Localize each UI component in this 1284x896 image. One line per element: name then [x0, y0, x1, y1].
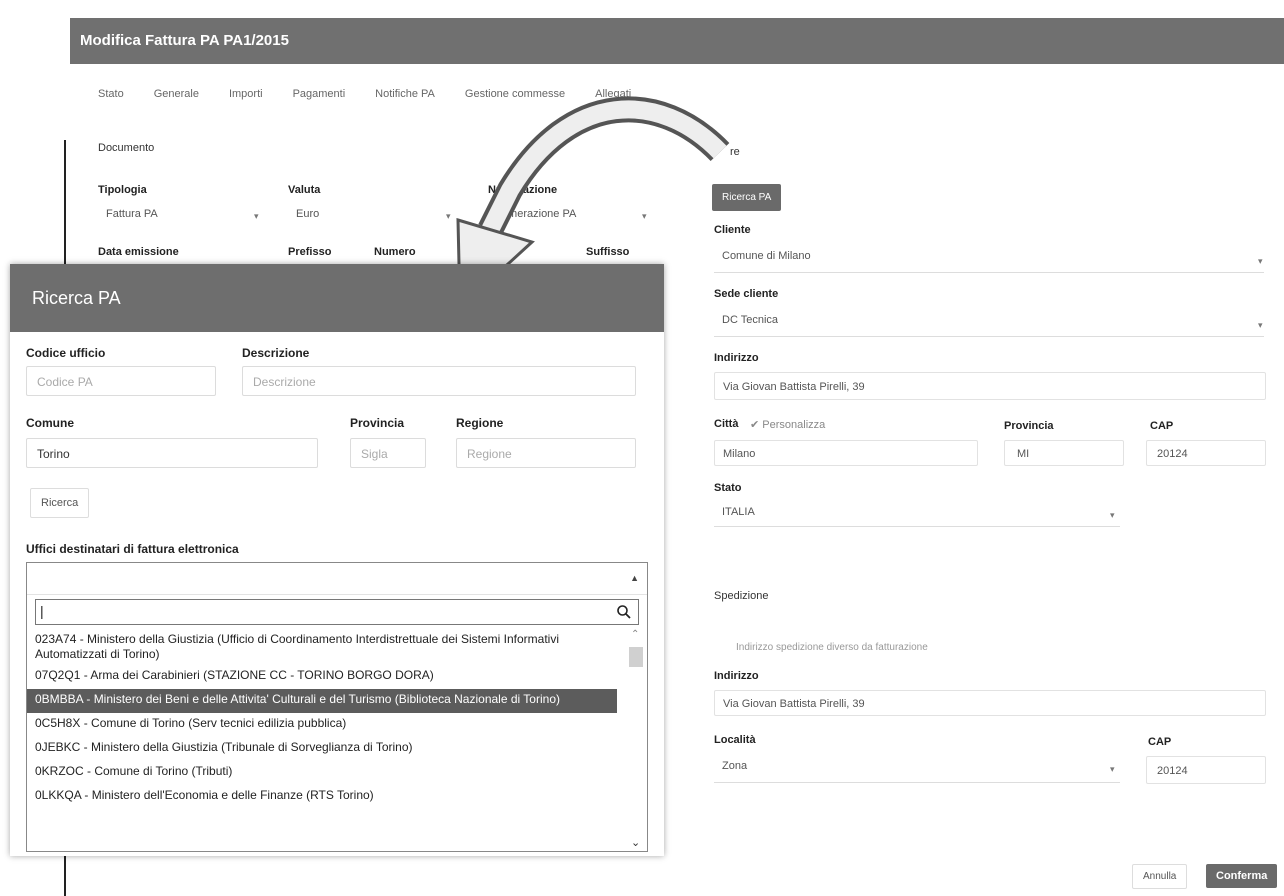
list-item[interactable]: 023A74 - Ministero della Giustizia (Uffi…	[27, 629, 617, 665]
uffici-select[interactable]: ▲ | 023A74 - Ministero della Giustizia (…	[26, 562, 648, 852]
scroll-thumb[interactable]	[629, 647, 643, 667]
cap-input[interactable]: 20124	[1146, 440, 1266, 466]
list-item-selected[interactable]: 0BMBBA - Ministero dei Beni e delle Atti…	[27, 689, 617, 713]
uffici-search-input[interactable]: |	[35, 599, 639, 625]
tipologia-label: Tipologia	[98, 184, 147, 196]
chevron-down-icon: ▾	[1258, 256, 1263, 266]
citta-label: Città	[714, 418, 739, 430]
scroll-down-icon[interactable]: ⌄	[631, 836, 640, 849]
regione-label: Regione	[456, 416, 504, 430]
citta-input[interactable]: Milano	[714, 440, 978, 466]
search-icon	[617, 605, 631, 619]
stato-select[interactable]: ITALIA	[722, 506, 755, 518]
personalizza-label: Personalizza	[762, 419, 826, 431]
spedizione-section-label: Spedizione	[714, 590, 769, 602]
cap-value: 20124	[1157, 448, 1188, 460]
documento-section-label: Documento	[98, 142, 155, 154]
spedizione-cap-input[interactable]: 20124	[1146, 756, 1266, 784]
localita-select[interactable]: Zona	[722, 760, 747, 772]
spedizione-indirizzo-input[interactable]: Via Giovan Battista Pirelli, 39	[714, 690, 1266, 716]
spedizione-cap-label: CAP	[1148, 736, 1172, 748]
codice-ufficio-input[interactable]: Codice PA	[26, 366, 216, 396]
window-title: Modifica Fattura PA PA1/2015	[70, 18, 1284, 64]
spedizione-diverso-checkbox[interactable]: Indirizzo spedizione diverso da fatturaz…	[736, 642, 928, 653]
cliente-underline	[714, 272, 1264, 273]
localita-label: Località	[714, 734, 756, 746]
tab-stato[interactable]: Stato	[98, 88, 124, 100]
list-scrollbar[interactable]: ⌃ ⌄	[629, 629, 643, 849]
regione-input[interactable]: Regione	[456, 438, 636, 468]
descrizione-input[interactable]: Descrizione	[242, 366, 636, 396]
stato-underline	[714, 526, 1120, 527]
annulla-button[interactable]: Annulla	[1132, 864, 1188, 889]
provincia-label: Provincia	[1004, 420, 1054, 432]
tab-pagamenti[interactable]: Pagamenti	[293, 88, 346, 100]
list-item[interactable]: 0KRZOC - Comune di Torino (Tributi)	[27, 761, 617, 785]
localita-underline	[714, 782, 1120, 783]
spedizione-indirizzo-value: Via Giovan Battista Pirelli, 39	[723, 698, 865, 710]
provincia-input[interactable]: Sigla	[350, 438, 426, 468]
cap-label: CAP	[1150, 420, 1174, 432]
codice-ufficio-label: Codice ufficio	[26, 346, 106, 360]
comune-label: Comune	[26, 416, 74, 430]
chevron-down-icon: ▾	[254, 211, 259, 221]
tab-generale[interactable]: Generale	[154, 88, 199, 100]
valuta-select[interactable]: Euro	[296, 208, 319, 220]
scroll-up-icon[interactable]: ⌃	[631, 629, 639, 640]
list-item[interactable]: 0JEBKC - Ministero della Giustizia (Trib…	[27, 737, 617, 761]
ricerca-pa-dialog: Ricerca PA Codice ufficio Codice PA Desc…	[10, 264, 664, 856]
valuta-label: Valuta	[288, 184, 321, 196]
provincia-value: MI	[1017, 448, 1030, 460]
tipologia-select[interactable]: Fattura PA	[106, 208, 158, 220]
provincia-label: Provincia	[350, 416, 405, 430]
citta-value: Milano	[723, 448, 756, 460]
list-item[interactable]: 0LKKQA - Ministero dell'Economia e delle…	[27, 785, 617, 809]
data-emissione-label: Data emissione	[98, 246, 179, 258]
stato-label: Stato	[714, 482, 742, 494]
chevron-down-icon: ▾	[1258, 320, 1263, 330]
sede-underline	[714, 336, 1264, 337]
search-cursor: |	[40, 603, 44, 619]
uffici-destinatari-label: Uffici destinatari di fattura elettronic…	[26, 542, 239, 556]
prefisso-label: Prefisso	[288, 246, 332, 258]
tab-importi[interactable]: Importi	[229, 88, 263, 100]
indirizzo-label: Indirizzo	[714, 352, 759, 364]
list-item[interactable]: 07Q2Q1 - Arma dei Carabinieri (STAZIONE …	[27, 665, 617, 689]
personalizza-checkbox[interactable]: ✔ Personalizza	[750, 418, 825, 431]
provincia-input[interactable]: MI	[1004, 440, 1124, 466]
select-current[interactable]: ▲	[27, 563, 647, 595]
uffici-list: 023A74 - Ministero della Giustizia (Uffi…	[27, 629, 617, 809]
spedizione-cap-value: 20124	[1157, 765, 1188, 777]
chevron-up-icon: ▲	[630, 573, 639, 583]
indirizzo-input[interactable]: Via Giovan Battista Pirelli, 39	[714, 372, 1266, 400]
chevron-down-icon: ▾	[1110, 764, 1115, 774]
ricerca-button[interactable]: Ricerca	[30, 488, 90, 518]
descrizione-label: Descrizione	[242, 346, 310, 360]
conferma-button[interactable]: Conferma	[1206, 864, 1278, 888]
comune-input[interactable]: Torino	[26, 438, 318, 468]
indirizzo-value: Via Giovan Battista Pirelli, 39	[723, 381, 865, 393]
numero-label: Numero	[374, 246, 416, 258]
dialog-title: Ricerca PA	[10, 264, 664, 332]
list-item[interactable]: 0C5H8X - Comune di Torino (Serv tecnici …	[27, 713, 617, 737]
spedizione-indirizzo-label: Indirizzo	[714, 670, 759, 682]
chevron-down-icon: ▾	[1110, 510, 1115, 520]
